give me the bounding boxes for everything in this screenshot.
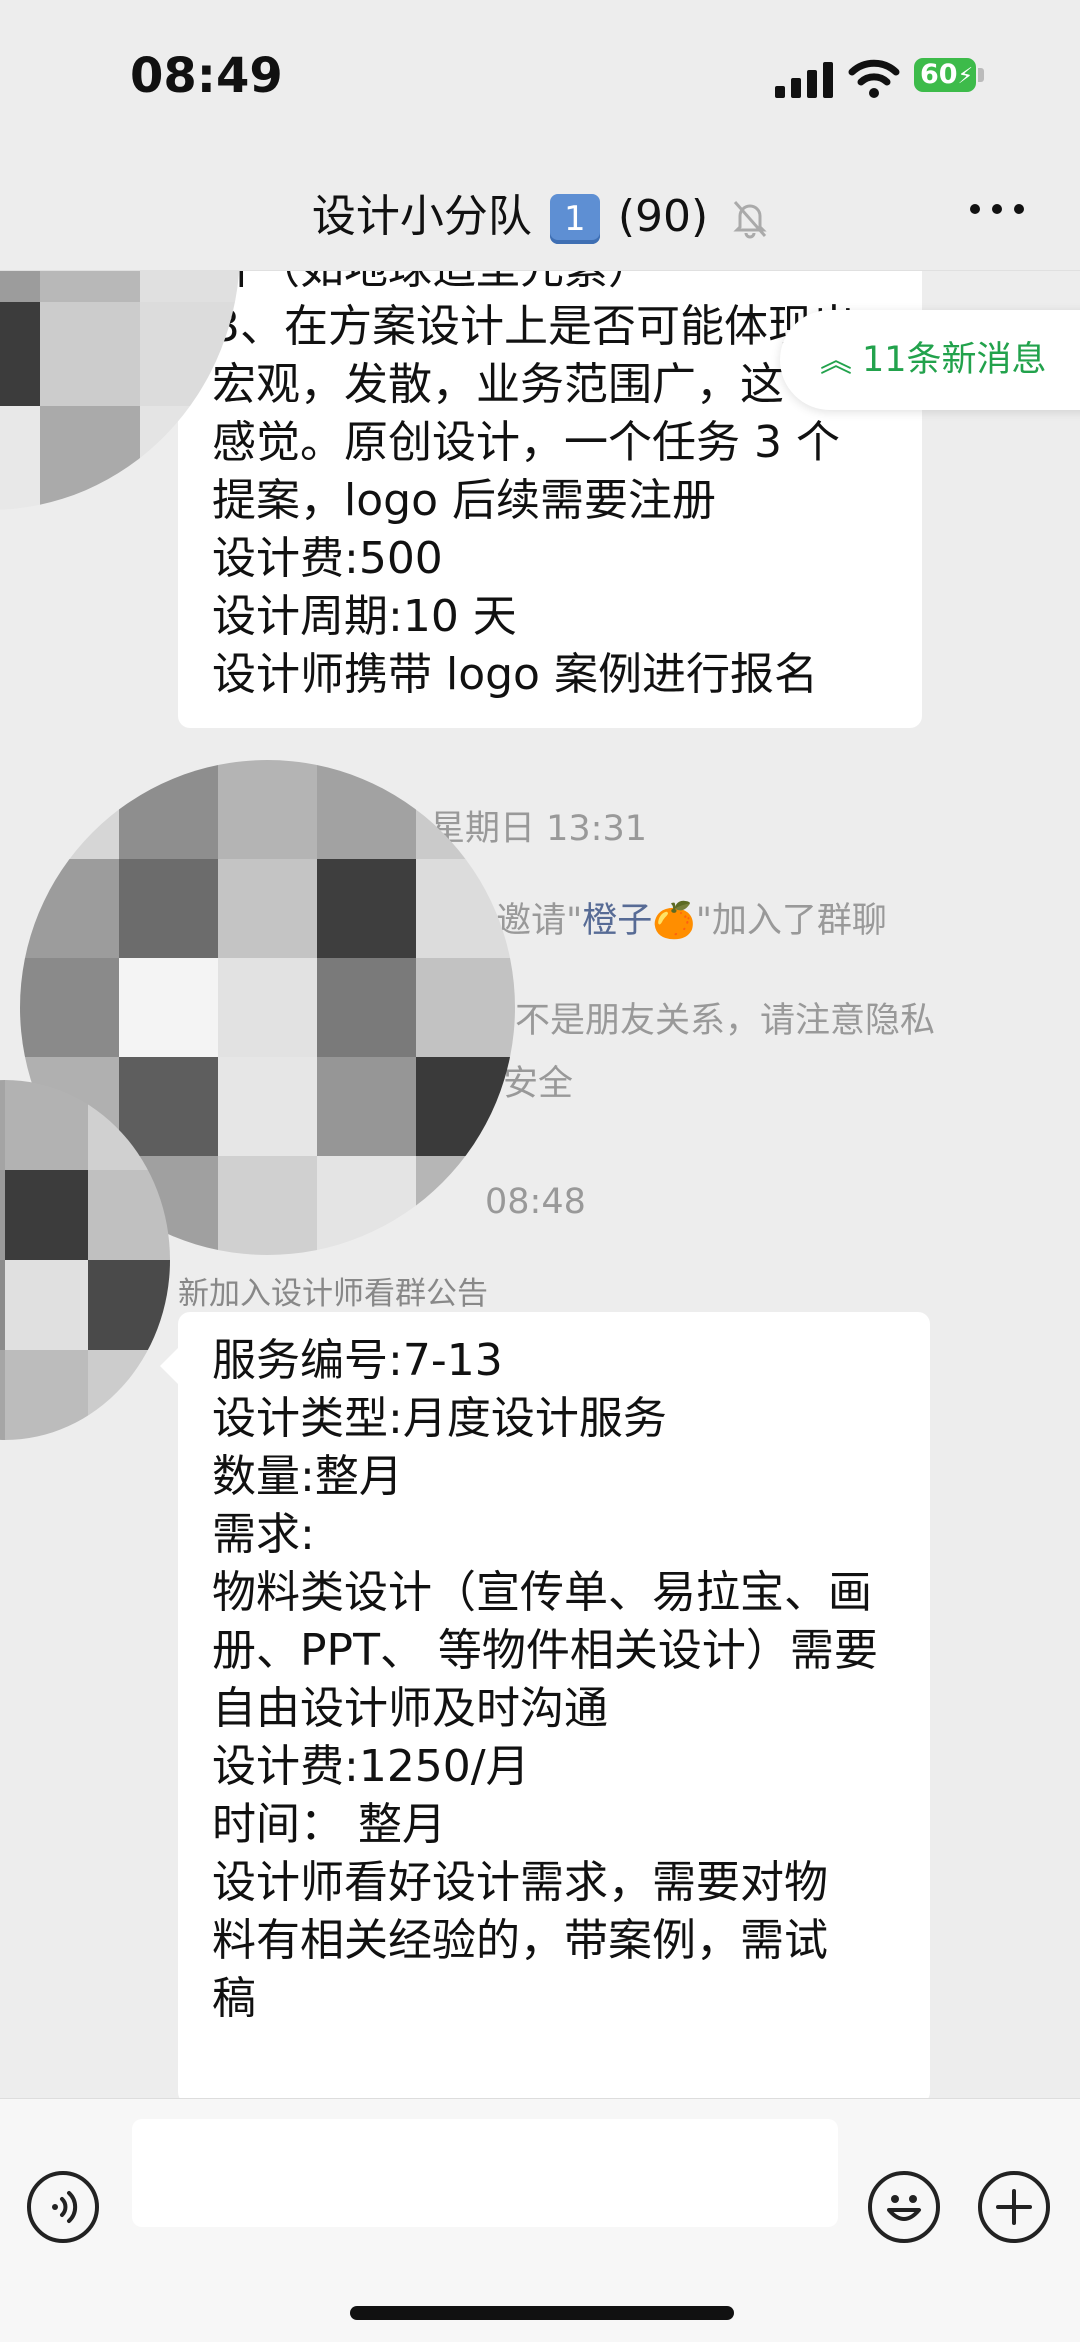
member-count: (90) bbox=[617, 191, 709, 242]
privacy-notice-line-1: 都不是朋友关系，请注意隐私 bbox=[480, 1001, 936, 1041]
wifi-icon bbox=[848, 59, 900, 98]
keycap-badge: 1 bbox=[549, 194, 600, 244]
timestamp: 星期日 13:31 bbox=[430, 809, 647, 849]
battery-nub bbox=[978, 68, 984, 82]
voice-input-icon[interactable] bbox=[27, 2171, 99, 2243]
battery-level: 60 bbox=[920, 59, 958, 90]
invitee-name[interactable]: 橙子 bbox=[582, 901, 652, 941]
emoji-icon[interactable] bbox=[868, 2171, 940, 2243]
home-indicator[interactable] bbox=[350, 2306, 734, 2320]
chat-header: 设计小分队 1 (90) bbox=[0, 150, 1080, 271]
more-options-icon[interactable] bbox=[970, 196, 1030, 220]
invite-text-suffix: "加入了群聊 bbox=[695, 901, 887, 941]
privacy-notice-line-2: 安全 bbox=[503, 1064, 574, 1104]
plus-sign-icon bbox=[996, 2189, 1032, 2225]
timestamp: 08:48 bbox=[485, 1182, 586, 1222]
voice-wave-icon bbox=[52, 2191, 78, 2223]
message-bubble-2[interactable]: 服务编号:7-13 设计类型:月度设计服务 数量:整月 需求: 物料类设计（宣传… bbox=[160, 1312, 930, 2098]
status-time: 08:49 bbox=[130, 48, 283, 104]
input-bar bbox=[0, 2098, 1080, 2342]
signal-icon bbox=[775, 62, 837, 98]
muted-bell-icon bbox=[733, 201, 767, 239]
new-messages-button[interactable]: ︽ 11条新消息 bbox=[780, 310, 1080, 410]
chevron-up-icon: ︽ bbox=[820, 341, 853, 379]
orange-emoji: 🍊 bbox=[652, 901, 696, 941]
message-input[interactable] bbox=[132, 2119, 838, 2227]
group-name: 设计小分队 bbox=[311, 191, 532, 242]
status-bar: 08:49 60⚡ bbox=[0, 0, 1080, 150]
smiley-face-icon bbox=[887, 2195, 921, 2221]
new-messages-label: 11条新消息 bbox=[862, 340, 1047, 380]
sender-name: 新加入设计师看群公告 bbox=[178, 1276, 488, 1312]
battery-icon: 60⚡ bbox=[914, 58, 976, 92]
system-invite-message: "邀请"橙子🍊"加入了群聊 bbox=[480, 892, 887, 943]
chat-title: 设计小分队 1 (90) bbox=[0, 180, 1080, 244]
plus-icon[interactable] bbox=[978, 2171, 1050, 2243]
